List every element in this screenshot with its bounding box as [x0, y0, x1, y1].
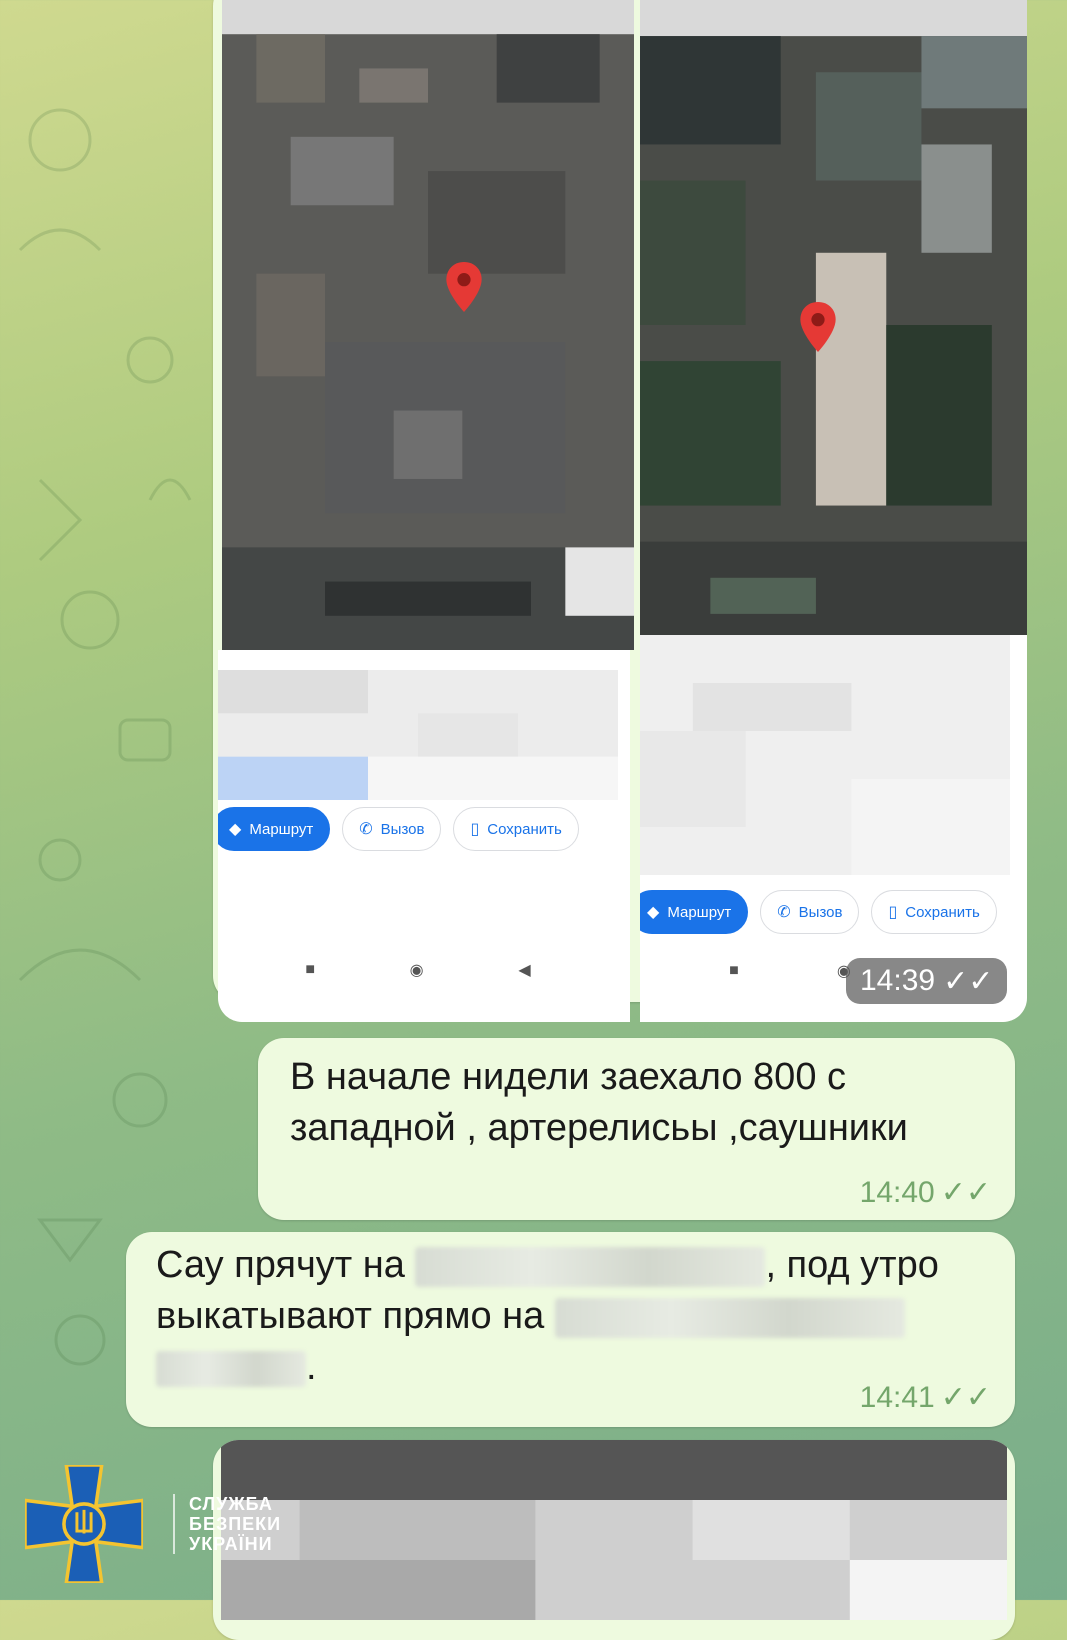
redacted-location [156, 1350, 306, 1387]
logo-text-line: СЛУЖБА [189, 1494, 273, 1514]
message-line: В начале нидели заехало 800 с [290, 1056, 847, 1098]
double-check-icon: ✓✓ [940, 1176, 991, 1209]
android-nav-bar: ■ ◉ ◀ [258, 950, 578, 990]
map-satellite-left[interactable] [222, 0, 634, 650]
route-label: Маршрут [249, 820, 314, 838]
circle-nav-icon[interactable]: ◉ [410, 960, 424, 980]
message-text: Сау прячут на [156, 1244, 405, 1286]
route-label: Маршрут [667, 903, 732, 921]
route-icon: ◆ [647, 904, 660, 921]
message-text: выкатывают прямо на [156, 1295, 545, 1337]
save-label: Сохранить [905, 903, 980, 921]
message-text: . [306, 1346, 317, 1388]
message-line: западной , артерелисьы ,саушники [290, 1107, 908, 1149]
phone-icon: ✆ [359, 821, 373, 838]
square-nav-icon[interactable]: ■ [729, 962, 739, 980]
message-text: , под утро [765, 1244, 939, 1286]
redacted-place-info [218, 670, 618, 800]
route-button[interactable]: ◆ Маршрут [640, 890, 749, 934]
route-button[interactable]: ◆ Маршрут [218, 807, 331, 851]
message-time: 14:40 [859, 1175, 935, 1209]
call-label: Вызов [798, 903, 843, 921]
phone-icon: ✆ [777, 904, 791, 921]
redacted-image [221, 1440, 1007, 1620]
save-label: Сохранить [487, 820, 562, 838]
sbu-emblem-icon [25, 1465, 143, 1583]
logo-text-line: БЕЗПЕКИ [189, 1514, 282, 1534]
bookmark-icon: ▯ [888, 904, 898, 921]
square-nav-icon[interactable]: ■ [305, 961, 315, 979]
redacted-place-info [640, 635, 1010, 875]
save-button[interactable]: ▯ Сохранить [871, 890, 997, 934]
double-check-icon: ✓✓ [940, 1381, 991, 1414]
redacted-location [415, 1246, 766, 1287]
map-pin-icon [800, 302, 836, 352]
message-timestamp-overlay: 14:39 ✓✓ [846, 958, 1008, 1004]
double-check-icon: ✓✓ [943, 964, 994, 998]
route-icon: ◆ [229, 821, 242, 838]
save-button[interactable]: ▯ Сохранить [453, 807, 579, 851]
redacted-location [554, 1297, 905, 1338]
place-panel-left: ◆ Маршрут ✆ Вызов ▯ Сохранить ■ ◉ ◀ [218, 650, 630, 1022]
message-time: 14:41 [859, 1380, 935, 1414]
next-map-message[interactable] [213, 1440, 1015, 1640]
map-pin-icon [446, 262, 482, 312]
text-message-2[interactable]: Сау прячут на , под утро выкатывают прям… [126, 1232, 1015, 1427]
logo-text-line: УКРАЇНИ [189, 1534, 273, 1554]
call-button[interactable]: ✆ Вызов [760, 890, 860, 934]
bookmark-icon: ▯ [470, 821, 480, 838]
sbu-logo: СЛУЖБА БЕЗПЕКИ УКРАЇНИ [25, 1465, 281, 1583]
call-button[interactable]: ✆ Вызов [342, 807, 442, 851]
call-label: Вызов [380, 820, 425, 838]
text-message-1[interactable]: В начале нидели заехало 800 с западной ,… [258, 1038, 1015, 1220]
message-time: 14:39 [860, 964, 936, 997]
back-nav-icon[interactable]: ◀ [518, 960, 530, 980]
